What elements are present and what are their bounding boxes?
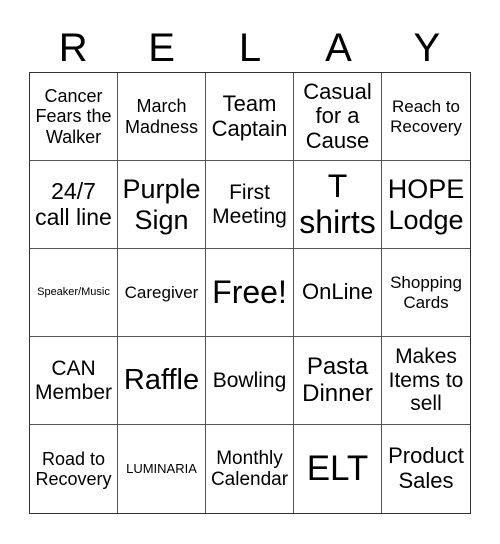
cell-text: 24/7 call line: [35, 177, 112, 230]
cell-text: T shirts: [299, 167, 376, 240]
bingo-cell[interactable]: Cancer Fears the Walker: [30, 73, 118, 161]
header-letter: R: [58, 26, 88, 70]
cell-text: Makes Items to sell: [388, 345, 464, 416]
bingo-cell[interactable]: OnLine: [294, 249, 382, 337]
cell-text: Raffle: [123, 364, 200, 397]
header-letter: Y: [413, 26, 441, 70]
cell-text: Caregiver: [124, 282, 199, 302]
cell-text: Bowling: [212, 368, 287, 392]
cell-text: ELT: [306, 449, 369, 489]
header-letter: E: [148, 26, 175, 70]
cell-text: Casual for a Cause: [303, 78, 372, 153]
bingo-cell[interactable]: Casual for a Cause: [294, 73, 382, 161]
header-letter: L: [238, 26, 262, 70]
bingo-cell[interactable]: Speaker/Music: [30, 249, 118, 337]
bingo-cell[interactable]: Caregiver: [118, 249, 206, 337]
bingo-cell[interactable]: HOPE Lodge: [382, 161, 470, 249]
bingo-cell[interactable]: Bowling: [206, 337, 294, 425]
bingo-cell[interactable]: Purple Sign: [118, 161, 206, 249]
cell-text: Cancer Fears the Walker: [35, 86, 112, 147]
cell-text: Reach to Recovery: [390, 97, 462, 136]
bingo-cell[interactable]: T shirts: [294, 161, 382, 249]
bingo-cell[interactable]: LUMINARIA: [118, 425, 206, 513]
bingo-cell[interactable]: Pasta Dinner: [294, 337, 382, 425]
bingo-cell-free[interactable]: Free!: [206, 249, 294, 337]
bingo-cell[interactable]: Reach to Recovery: [382, 73, 470, 161]
bingo-cell[interactable]: Shopping Cards: [382, 249, 470, 337]
bingo-cell[interactable]: Road to Recovery: [30, 425, 118, 513]
bingo-cell[interactable]: First Meeting: [206, 161, 294, 249]
bingo-cell[interactable]: 24/7 call line: [30, 161, 118, 249]
bingo-cell[interactable]: ELT: [294, 425, 382, 513]
bingo-cell[interactable]: Monthly Calendar: [206, 425, 294, 513]
cell-text: First Meeting: [212, 180, 287, 228]
bingo-cell[interactable]: March Madness: [118, 73, 206, 161]
bingo-grid: Cancer Fears the Walker March Madness Te…: [29, 72, 471, 514]
cell-text: CAN Member: [34, 356, 113, 404]
bingo-cell[interactable]: Team Captain: [206, 73, 294, 161]
cell-text: Pasta Dinner: [302, 352, 373, 407]
cell-text: Speaker/Music: [37, 286, 110, 299]
bingo-header: R E L A Y: [29, 26, 471, 70]
cell-text: Purple Sign: [122, 174, 201, 235]
bingo-cell[interactable]: Makes Items to sell: [382, 337, 470, 425]
cell-text: Free!: [212, 273, 287, 310]
cell-text: Shopping Cards: [390, 273, 462, 312]
bingo-cell[interactable]: Product Sales: [382, 425, 470, 513]
cell-text: Team Captain: [211, 90, 288, 141]
cell-text: Product Sales: [388, 443, 464, 493]
cell-text: OnLine: [302, 279, 373, 305]
cell-text: Road to Recovery: [35, 448, 112, 489]
bingo-cell[interactable]: CAN Member: [30, 337, 118, 425]
header-letter: A: [325, 26, 352, 70]
cell-text: LUMINARIA: [126, 460, 197, 476]
cell-text: HOPE Lodge: [387, 174, 465, 235]
cell-text: March Madness: [124, 96, 199, 137]
cell-text: Monthly Calendar: [210, 447, 289, 490]
bingo-cell[interactable]: Raffle: [118, 337, 206, 425]
